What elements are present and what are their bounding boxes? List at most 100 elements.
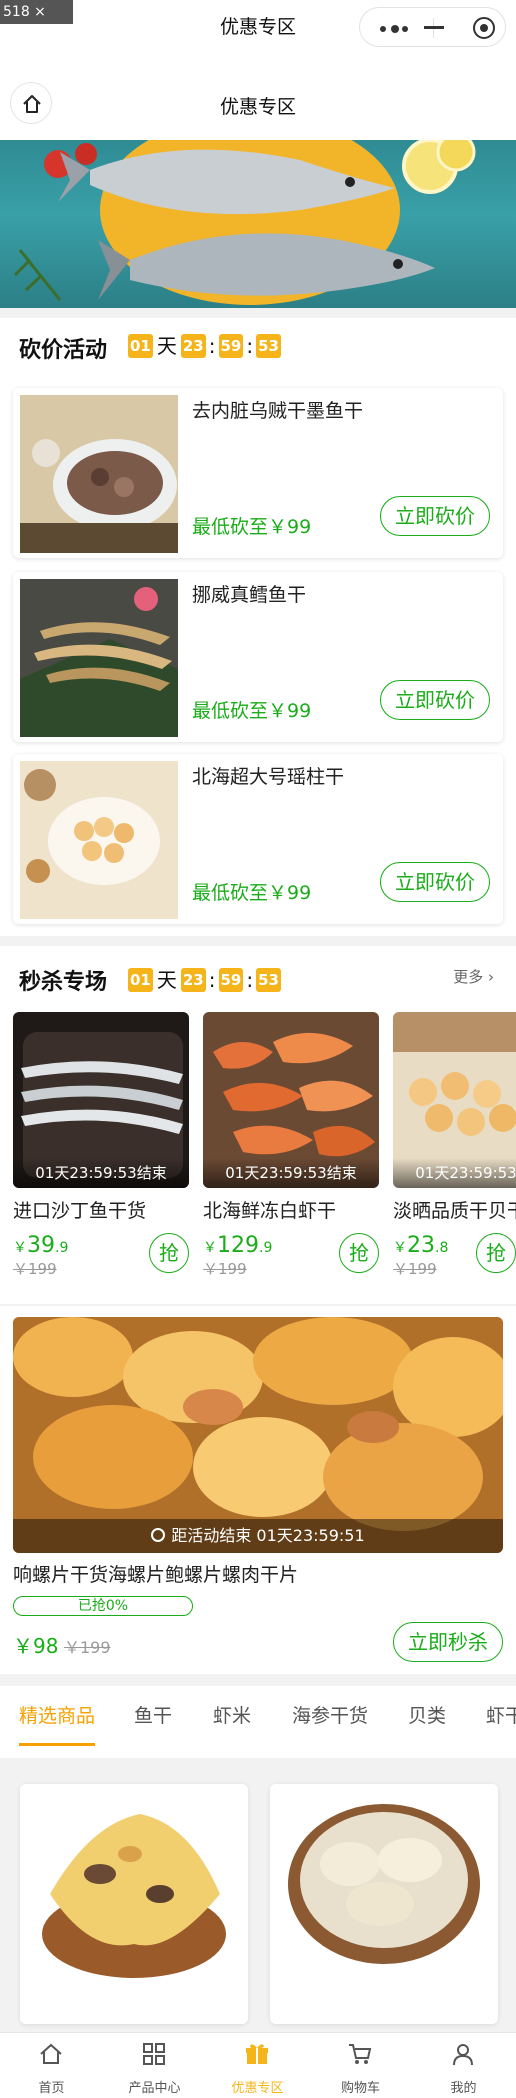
flash-countdown: 01 天 23:59:53	[128, 968, 281, 992]
lowest-price: 最低砍至￥99	[192, 516, 312, 538]
tabbar-label: 购物车	[340, 2081, 380, 2096]
deal-original-price: ￥199	[64, 1638, 111, 1657]
deal-image[interactable]: 距活动结束 01天23:59:51	[13, 1317, 503, 1553]
tab-fish[interactable]: 鱼干	[134, 1686, 172, 1758]
flash-buy-button[interactable]: 立即秒杀	[393, 1622, 503, 1662]
bargain-button[interactable]: 立即砍价	[380, 496, 490, 536]
page-header: 优惠专区	[0, 54, 516, 140]
countdown-day-label: 天	[156, 968, 177, 992]
product-name: 北海超大号瑶柱干	[192, 766, 345, 788]
product-image	[20, 1784, 248, 2024]
product-image	[20, 395, 178, 553]
bargain-item[interactable]: 去内脏乌贼干墨鱼干 最低砍至￥99 立即砍价	[13, 388, 503, 558]
minimize-icon[interactable]	[424, 26, 444, 29]
flash-item[interactable]: 01天23:59:53结束 北海鲜冻白虾干 ￥129.9 ￥199 抢	[203, 1012, 379, 1282]
bargain-title: 砍价活动	[19, 338, 108, 363]
grab-button[interactable]: 抢	[149, 1233, 189, 1273]
price-decimal: .9	[259, 1240, 273, 1256]
tabbar-mine[interactable]: 我的	[412, 2033, 515, 2098]
tabbar-home[interactable]: 首页	[0, 2033, 103, 2098]
countdown-minutes: 59	[218, 334, 244, 358]
product-card[interactable]	[20, 1784, 248, 2024]
price-integer: 23	[407, 1233, 435, 1258]
tab-shrimp[interactable]: 虾米	[213, 1686, 251, 1758]
flash-price: ￥129.9	[203, 1233, 272, 1258]
product-card[interactable]	[270, 1784, 498, 2024]
product-name: 淡晒品质干贝干	[393, 1200, 516, 1222]
page: { "screen_size_label": "518 × 975", "nav…	[0, 0, 516, 2098]
countdown-seconds: 53	[256, 334, 281, 358]
original-price: ￥199	[203, 1260, 247, 1278]
clock-icon	[151, 1528, 166, 1542]
countdown-days: 01	[128, 968, 153, 992]
price-integer: 129	[217, 1233, 259, 1258]
bargain-countdown: 01 天 23:59:53	[128, 334, 281, 358]
bargain-button[interactable]: 立即砍价	[380, 680, 490, 720]
flash-sale-title: 秒杀专场	[19, 970, 108, 995]
deal-countdown: 距活动结束 01天23:59:51	[13, 1519, 503, 1553]
countdown-separator: :	[208, 968, 216, 992]
countdown-separator: :	[246, 334, 254, 358]
lowest-price: 最低砍至￥99	[192, 700, 312, 722]
tabbar-cart[interactable]: 购物车	[309, 2033, 412, 2098]
flash-price: ￥23.8	[393, 1233, 448, 1258]
original-price: ￥199	[13, 1260, 57, 1278]
bargain-item[interactable]: 挪威真鳕鱼干 最低砍至￥99 立即砍价	[13, 572, 503, 742]
countdown-hours: 23	[180, 968, 206, 992]
promo-banner[interactable]	[0, 140, 516, 308]
countdown-hours: 23	[180, 334, 206, 358]
home-button[interactable]	[10, 82, 52, 124]
home-icon	[40, 2043, 62, 2064]
tab-shellfish[interactable]: 贝类	[408, 1686, 446, 1758]
product-image: 01天23:59:53结束	[13, 1012, 189, 1188]
currency-symbol: ￥	[203, 1240, 217, 1256]
conch-slices-image	[13, 1317, 503, 1553]
deal-price: ￥98	[13, 1634, 59, 1658]
flash-price: ￥39.9	[13, 1233, 68, 1258]
navigation-bar: 优惠专区	[0, 0, 516, 54]
product-image: 01天23:59:53结束	[203, 1012, 379, 1188]
bottom-tab-bar: 首页 产品中心 优惠专区 购物车 我的	[0, 2032, 516, 2098]
product-name: 挪威真鳕鱼干	[192, 584, 307, 606]
close-icon[interactable]	[473, 17, 495, 39]
flash-end-time: 01天23:59:53结束	[393, 1158, 516, 1188]
countdown-day-label: 天	[156, 334, 177, 358]
bargain-item[interactable]: 北海超大号瑶柱干 最低砍至￥99 立即砍价	[13, 754, 503, 924]
countdown-seconds: 53	[256, 968, 281, 992]
bargain-section: 砍价活动 01 天 23:59:53 去内脏乌贼干墨鱼干 最低砍至￥99 立即砍价 …	[0, 318, 516, 936]
price-decimal: .9	[55, 1240, 69, 1256]
tabbar-products[interactable]: 产品中心	[103, 2033, 206, 2098]
countdown-minutes: 59	[218, 968, 244, 992]
chevron-right-icon: ›	[488, 968, 494, 986]
deal-progress-label: 已抢0%	[77, 1598, 129, 1614]
product-image	[270, 1784, 498, 2024]
product-name: 进口沙丁鱼干货	[13, 1200, 147, 1222]
fish-banner-image	[13, 140, 476, 305]
flash-item[interactable]: 01天23:59:53结束 淡晒品质干贝干 ￥23.8 ￥199 抢	[393, 1012, 516, 1282]
more-link[interactable]: 更多 ›	[453, 966, 494, 987]
tab-featured[interactable]: 精选商品	[19, 1686, 96, 1758]
more-icon[interactable]	[380, 25, 408, 33]
currency-symbol: ￥	[393, 1240, 407, 1256]
grab-button[interactable]: 抢	[476, 1233, 516, 1273]
lowest-price: 最低砍至￥99	[192, 882, 312, 904]
product-image: 01天23:59:53结束	[393, 1012, 516, 1188]
grid-icon	[143, 2043, 165, 2065]
grab-button[interactable]: 抢	[339, 1233, 379, 1273]
tab-dried-shrimp[interactable]: 虾干	[486, 1686, 516, 1758]
bargain-button[interactable]: 立即砍价	[380, 862, 490, 902]
product-image	[20, 761, 178, 919]
home-icon	[23, 95, 41, 113]
countdown-separator: :	[246, 968, 254, 992]
tab-sea-cucumber[interactable]: 海参干货	[292, 1686, 368, 1758]
flash-item[interactable]: 01天23:59:53结束 进口沙丁鱼干货 ￥39.9 ￥199 抢	[13, 1012, 189, 1282]
tabbar-deals[interactable]: 优惠专区	[206, 2033, 309, 2098]
more-label: 更多	[453, 968, 484, 986]
product-image	[20, 579, 178, 737]
gift-icon	[246, 2044, 268, 2064]
flash-end-time: 01天23:59:53结束	[203, 1158, 379, 1188]
tabbar-label: 产品中心	[128, 2081, 181, 2096]
deal-end-text: 距活动结束 01天23:59:51	[171, 1526, 365, 1545]
tabbar-label: 优惠专区	[231, 2081, 284, 2096]
countdown-days: 01	[128, 334, 153, 358]
